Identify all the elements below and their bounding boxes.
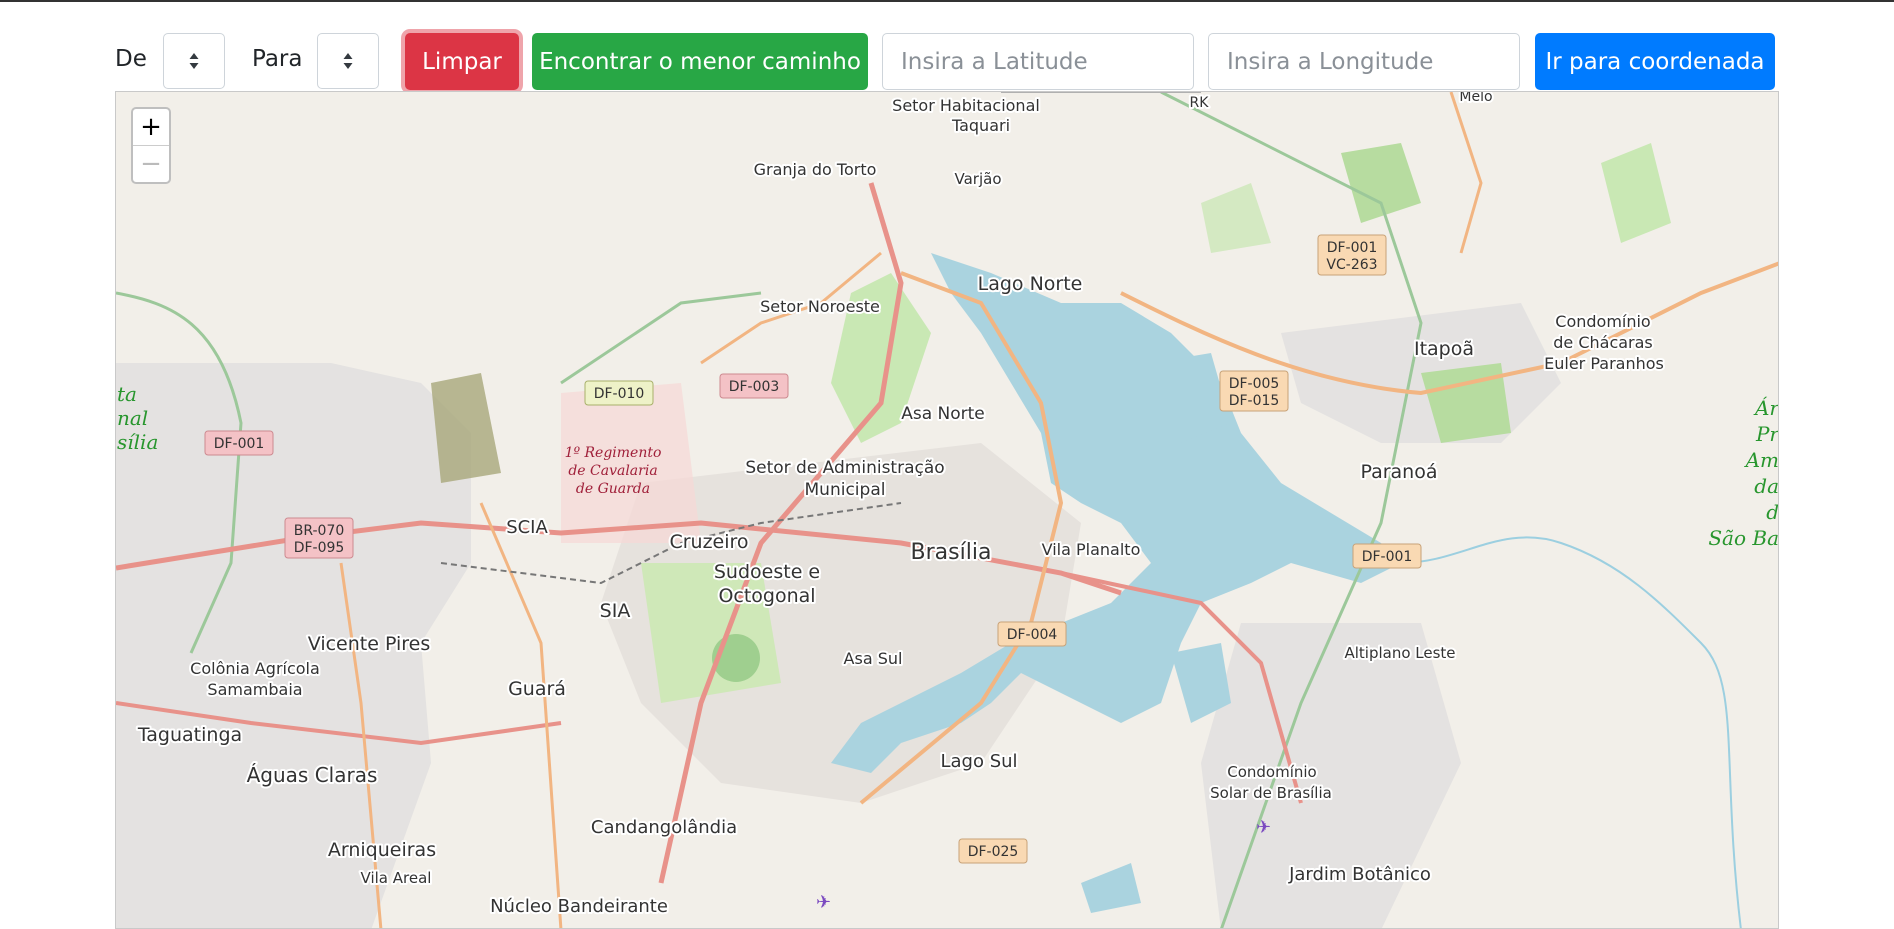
- toolbar: De Para Limpar Encontrar o menor caminho…: [0, 2, 1894, 92]
- road-shield: DF-001 VC-263: [1317, 234, 1387, 276]
- road-shield-text: DF-001: [1327, 240, 1378, 256]
- road-shield-text: DF-001: [214, 436, 265, 452]
- road-shield-text: DF-025: [968, 844, 1019, 860]
- road-shield-text: DF-003: [729, 379, 780, 395]
- sort-arrows-icon: [343, 53, 353, 69]
- park-label-line: São Ba: [1708, 526, 1779, 550]
- park-label-line: sília: [117, 430, 158, 454]
- park-label-line: Ár: [1753, 396, 1779, 420]
- park-label-line: nal: [117, 406, 148, 430]
- park-label-line: d: [1766, 500, 1779, 524]
- park-label-line: da: [1754, 474, 1779, 498]
- road-shield: DF-004: [997, 621, 1067, 647]
- road-shield-text: DF-095: [294, 540, 345, 556]
- place-label: Altiplano Leste: [1344, 644, 1455, 662]
- road-shield-text: VC-263: [1326, 257, 1377, 273]
- place-label: Setor de Administração: [745, 458, 944, 478]
- place-label: Octogonal: [718, 585, 815, 607]
- military-label-line: de Guarda: [576, 481, 650, 497]
- place-label: Asa Norte: [901, 404, 985, 424]
- road-shield: DF-025: [958, 838, 1028, 864]
- longitude-input[interactable]: [1208, 33, 1520, 90]
- road-shield-text: DF-015: [1229, 393, 1280, 409]
- place-label: Taquari: [951, 116, 1010, 135]
- airport-icon: ✈: [816, 892, 831, 913]
- road-shield: DF-010: [584, 380, 654, 406]
- place-label: Asa Sul: [844, 649, 903, 668]
- place-label: Condomínio: [1555, 312, 1650, 331]
- place-label: Guará: [508, 678, 566, 700]
- map-tiles[interactable]: ✈ ✈ Setor Habitacional Taquari Granja do…: [116, 92, 1779, 929]
- map-view[interactable]: ✈ ✈ Setor Habitacional Taquari Granja do…: [115, 91, 1779, 929]
- place-label: Jardim Botânico: [1288, 864, 1431, 885]
- military-label: 1º Regimento de Cavalaria de Guarda: [565, 445, 662, 497]
- place-label: Vicente Pires: [308, 633, 431, 655]
- road-shield: DF-003: [719, 373, 789, 399]
- road-shield-text: DF-005: [1229, 376, 1280, 392]
- park-label-line: Pr: [1755, 422, 1779, 446]
- road-shield-text: DF-010: [594, 386, 645, 402]
- place-label: Melo: [1459, 92, 1492, 105]
- place-label: Setor Noroeste: [760, 297, 880, 316]
- place-label: Euler Paranhos: [1544, 354, 1664, 373]
- place-label: Sudoeste e: [714, 561, 820, 583]
- road-shield: DF-005 DF-015: [1219, 370, 1289, 412]
- park-label-line: ta: [117, 382, 137, 406]
- place-label: Itapoã: [1414, 338, 1474, 360]
- military-label-line: 1º Regimento: [565, 445, 662, 461]
- place-label: Núcleo Bandeirante: [490, 896, 668, 917]
- place-label: Vila Areal: [361, 869, 432, 887]
- road-shield: DF-001: [1352, 543, 1422, 569]
- road-shield-text: DF-004: [1007, 627, 1058, 643]
- find-shortest-path-button[interactable]: Encontrar o menor caminho: [532, 33, 868, 90]
- clear-button[interactable]: Limpar: [405, 33, 519, 90]
- place-label: Lago Sul: [940, 751, 1017, 772]
- place-label: SIA: [600, 600, 631, 622]
- from-label: De: [115, 46, 147, 72]
- park-label-line: Am: [1744, 448, 1779, 472]
- place-label: Arniqueiras: [328, 839, 436, 861]
- place-label: Vila Planalto: [1042, 540, 1141, 559]
- place-label: SCIA: [506, 517, 548, 538]
- road-shield-text: BR-070: [294, 523, 345, 539]
- airfield-icon: ✈: [1256, 817, 1271, 838]
- place-label: Condomínio: [1227, 763, 1317, 781]
- place-label: Cruzeiro: [669, 531, 748, 553]
- road-shield: DF-001: [204, 430, 274, 456]
- sort-arrows-icon: [189, 53, 199, 69]
- place-label: Varjão: [955, 170, 1002, 188]
- from-select[interactable]: [163, 33, 225, 89]
- place-label: de Chácaras: [1553, 333, 1653, 352]
- place-label: Águas Claras: [247, 763, 378, 787]
- place-label: Taguatinga: [137, 724, 242, 746]
- to-label: Para: [252, 46, 303, 72]
- place-label: Candangolândia: [591, 817, 737, 838]
- latitude-input[interactable]: [882, 33, 1194, 90]
- place-label: Paranoá: [1360, 461, 1437, 483]
- to-select[interactable]: [317, 33, 379, 89]
- road-shield: BR-070 DF-095: [284, 517, 354, 559]
- place-label: Setor Habitacional: [892, 96, 1040, 115]
- place-label: Municipal: [805, 480, 886, 500]
- place-label: Solar de Brasília: [1210, 784, 1332, 802]
- zoom-out-button[interactable]: −: [133, 145, 169, 182]
- place-label: Brasília: [911, 540, 992, 565]
- zoom-in-button[interactable]: +: [133, 109, 169, 145]
- military-label-line: de Cavalaria: [568, 463, 657, 479]
- place-label: Samambaia: [207, 680, 302, 699]
- place-label: Granja do Torto: [754, 160, 877, 179]
- road-shield-text: DF-001: [1362, 549, 1413, 565]
- place-label: Lago Norte: [978, 273, 1083, 295]
- zoom-control: + −: [131, 107, 171, 184]
- place-label: RK: [1190, 95, 1210, 111]
- place-label: Colônia Agrícola: [190, 659, 320, 678]
- go-to-coordinate-button[interactable]: Ir para coordenada: [1535, 33, 1775, 90]
